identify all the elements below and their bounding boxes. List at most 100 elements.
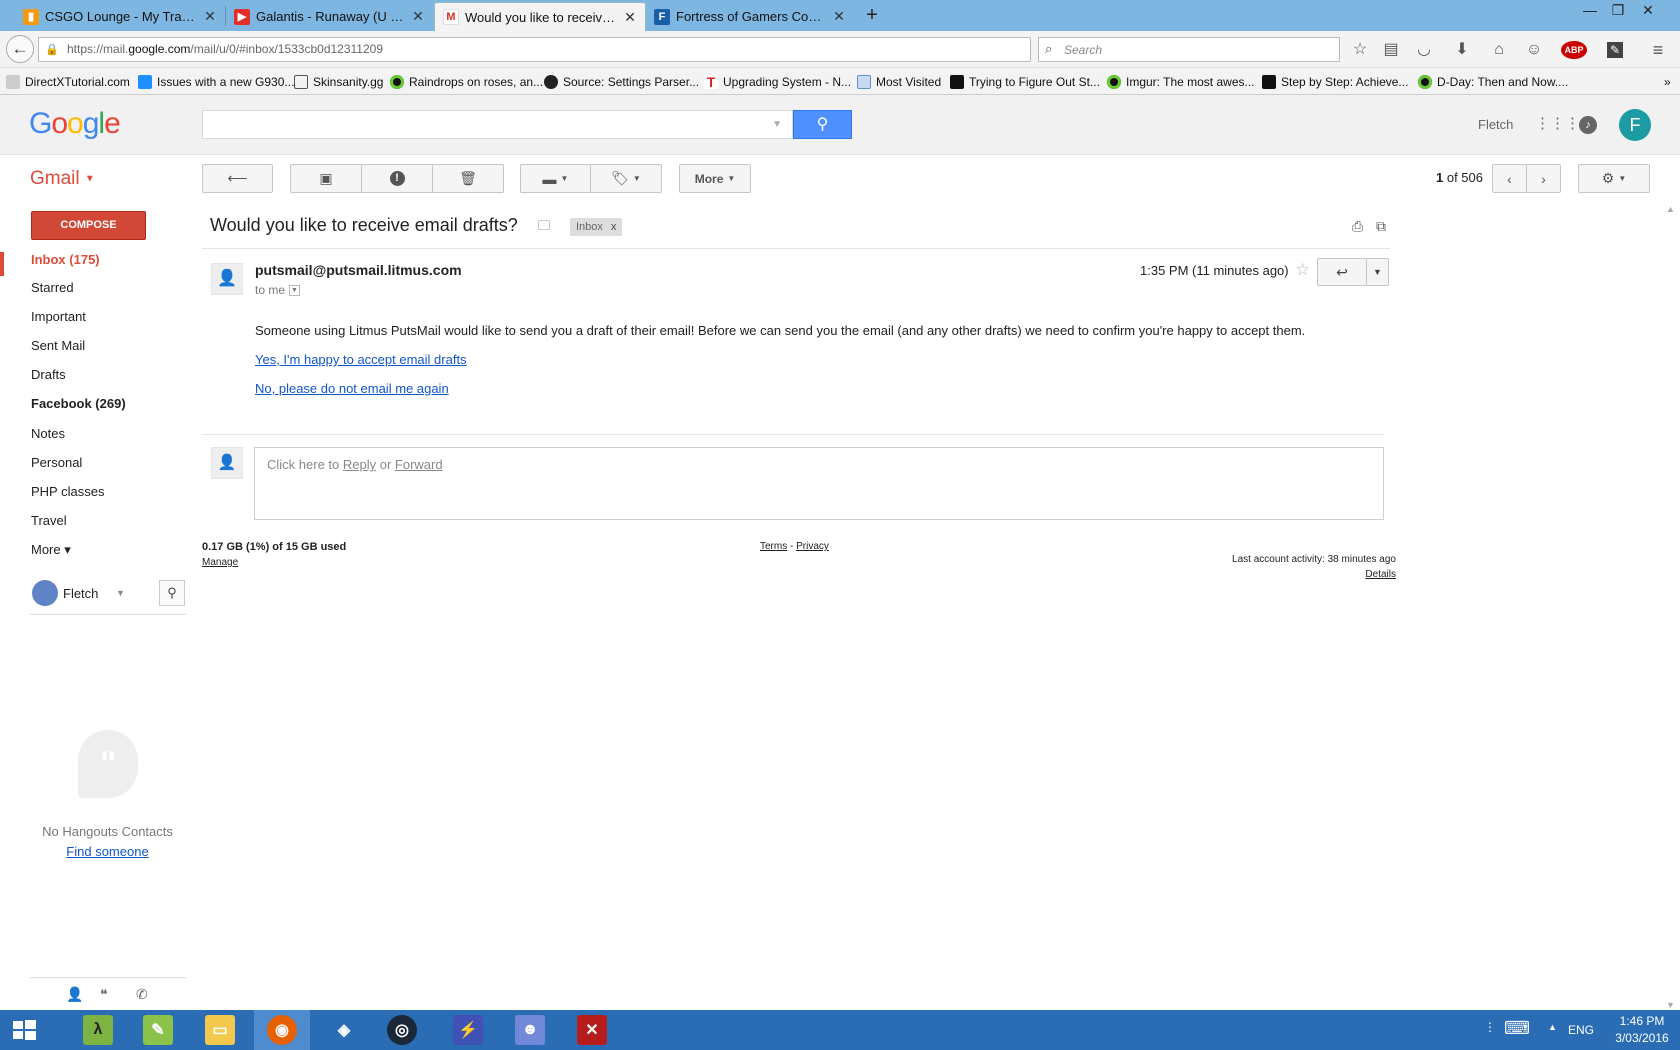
remove-label-icon[interactable]: x (611, 221, 617, 233)
clock-time[interactable]: 1:46 PM (1612, 1014, 1672, 1028)
browser-tab-youtube[interactable]: ▶ Galantis - Runaway (U & I)... ✕ (226, 2, 433, 31)
find-someone-link[interactable]: Find someone (20, 844, 195, 859)
taskbar-eye-app[interactable]: ◈ (316, 1010, 372, 1050)
taskbar-lambda-app[interactable]: λ (70, 1010, 126, 1050)
contacts-person-icon[interactable]: 👤 (66, 986, 83, 1003)
hangouts-search-button[interactable]: ⚲ (159, 580, 185, 606)
search-options-icon[interactable]: ▼ (772, 119, 782, 130)
start-button[interactable] (0, 1010, 48, 1050)
bookmark-item[interactable]: Source: Settings Parser... (544, 73, 699, 91)
downloads-icon[interactable]: ⬇ (1452, 40, 1472, 60)
gmail-search-input[interactable]: ▼ (202, 110, 793, 139)
back-to-inbox-button[interactable]: ⟵ (202, 164, 273, 193)
nav-item[interactable]: Facebook (269) (31, 396, 126, 411)
new-tab-button[interactable]: + (860, 4, 884, 28)
browser-tab-csgo-lounge[interactable]: ▮ CSGO Lounge - My Trades ✕ (15, 2, 225, 31)
star-icon[interactable]: ☆ (1295, 260, 1310, 280)
close-tab-icon[interactable]: ✕ (411, 8, 425, 25)
chat-icon[interactable]: ☺ (1524, 40, 1544, 60)
more-actions-button[interactable]: More ▼ (679, 164, 751, 193)
scroll-down-icon[interactable]: ▼ (1666, 1000, 1675, 1010)
new-window-icon[interactable]: ⧉ (1376, 218, 1386, 235)
taskbar-firefox[interactable]: ◉ (254, 1010, 310, 1050)
url-bar[interactable]: 🔒 https://mail.google.com/mail/u/0/#inbo… (38, 37, 1051, 62)
bookmark-item[interactable]: T Upgrading System - N... (704, 73, 851, 91)
close-tab-icon[interactable]: ✕ (203, 8, 217, 25)
report-spam-button[interactable]: ! (361, 164, 433, 193)
compose-button[interactable]: COMPOSE (31, 211, 146, 240)
delete-button[interactable]: 🗑 (432, 164, 504, 193)
settings-button[interactable]: ⚙ ▼ (1578, 164, 1650, 193)
close-tab-icon[interactable]: ✕ (832, 8, 846, 25)
forward-link[interactable]: Forward (395, 457, 443, 472)
clock-date[interactable]: 3/03/2016 (1606, 1031, 1678, 1045)
importance-marker-icon[interactable] (538, 220, 550, 230)
page-scrollbar[interactable]: ▲ ▼ (1663, 204, 1680, 1010)
show-hidden-icons-icon[interactable]: ▲ (1548, 1022, 1557, 1032)
taskbar-network-app[interactable]: ⚡ (440, 1010, 496, 1050)
taskbar-file-explorer[interactable]: ▭ (192, 1010, 248, 1050)
labels-button[interactable]: 🏷 ▼ (590, 164, 662, 193)
menu-icon[interactable]: ≡ (1648, 40, 1668, 60)
reply-box[interactable]: Click here to Reply or Forward (254, 447, 1384, 520)
account-avatar[interactable]: F (1619, 109, 1651, 141)
nav-item[interactable]: PHP classes (31, 484, 104, 499)
move-to-button[interactable]: ▬ ▼ (520, 164, 591, 193)
keyboard-icon[interactable]: ⌨ (1504, 1018, 1530, 1039)
newer-button[interactable]: ‹ (1492, 164, 1527, 193)
close-tab-icon[interactable]: ✕ (623, 9, 637, 26)
activity-details-link[interactable]: Details (1200, 569, 1396, 580)
nav-item[interactable]: More ▾ (31, 542, 71, 558)
nav-item[interactable]: Notes (31, 426, 65, 441)
accept-drafts-link[interactable]: Yes, I'm happy to accept email drafts (255, 352, 467, 367)
show-details-icon[interactable]: ▼ (289, 285, 301, 297)
reply-button[interactable]: ↩ (1317, 258, 1367, 286)
phone-icon[interactable]: ✆ (136, 986, 148, 1003)
manage-storage-link[interactable]: Manage (202, 557, 238, 568)
restore-window-button[interactable]: ❐ (1604, 0, 1632, 22)
apps-grid-icon[interactable]: ⋮⋮⋮ (1535, 116, 1580, 132)
bookmark-item[interactable]: DirectXTutorial.com (6, 73, 130, 91)
chevron-down-icon[interactable]: ▼ (116, 588, 125, 598)
adblock-icon[interactable]: ABP (1561, 41, 1587, 59)
sender-email[interactable]: putsmail@putsmail.litmus.com (255, 262, 462, 278)
taskbar-discord[interactable]: ☻ (502, 1010, 558, 1050)
browser-tab-gmail[interactable]: M Would you like to receive ... ✕ (434, 2, 646, 31)
browser-search-input[interactable]: ⌕ Search (1038, 37, 1340, 62)
notifications-bell-icon[interactable]: ♪ (1579, 116, 1597, 134)
taskbar-notepad-app[interactable]: ✎ (130, 1010, 186, 1050)
nav-item[interactable]: Personal (31, 455, 82, 470)
gmail-search-button[interactable]: ⚲ (793, 110, 852, 139)
bookmark-item[interactable]: Trying to Figure Out St... (950, 73, 1100, 91)
nav-item[interactable]: Drafts (31, 367, 66, 382)
inbox-label-chip[interactable]: Inbox x (570, 218, 623, 236)
bookmark-item[interactable]: Raindrops on roses, an... (390, 73, 543, 91)
bookmarks-overflow-icon[interactable]: » (1664, 73, 1671, 91)
scroll-up-icon[interactable]: ▲ (1666, 204, 1675, 214)
bookmark-item[interactable]: D-Day: Then and Now.... (1418, 73, 1568, 91)
nav-item[interactable]: Travel (31, 513, 67, 528)
minimize-window-button[interactable]: — (1576, 0, 1604, 22)
gmail-app-switcher[interactable]: Gmail ▼ (30, 168, 95, 190)
hangouts-chat-icon[interactable]: ❝ (100, 986, 108, 1003)
terms-link[interactable]: Terms (760, 541, 787, 552)
back-button[interactable]: ← (6, 35, 34, 63)
nav-item[interactable]: Sent Mail (31, 338, 85, 353)
account-username[interactable]: Fletch (1478, 117, 1513, 132)
browser-tab-fortress-of-gamers[interactable]: F Fortress of Gamers Comm... ✕ (646, 2, 854, 31)
bookmark-item[interactable]: Skinsanity.gg (294, 73, 383, 91)
reading-list-icon[interactable]: ▤ (1381, 40, 1401, 60)
input-language[interactable]: ENG (1568, 1023, 1594, 1037)
older-button[interactable]: › (1526, 164, 1561, 193)
nav-item[interactable]: Starred (31, 280, 74, 295)
bookmark-item[interactable]: Most Visited (857, 73, 941, 91)
taskbar-dota[interactable]: ✕ (564, 1010, 620, 1050)
nav-item[interactable]: Inbox (175) (31, 252, 100, 267)
bookmark-item[interactable]: Step by Step: Achieve... (1262, 73, 1408, 91)
unsubscribe-link[interactable]: No, please do not email me again (255, 381, 449, 396)
nav-item[interactable]: Important (31, 309, 86, 324)
close-window-button[interactable]: ✕ (1634, 0, 1662, 22)
reply-link[interactable]: Reply (343, 457, 376, 472)
archive-button[interactable]: ▣ (290, 164, 362, 193)
google-logo[interactable]: Google (29, 107, 121, 141)
